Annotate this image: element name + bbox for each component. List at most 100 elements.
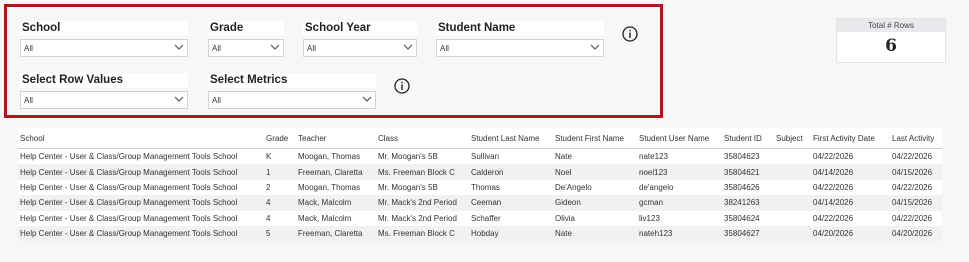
column-header[interactable]: Subject	[774, 128, 811, 149]
cell-first-name: Gideon	[553, 195, 637, 211]
column-header[interactable]: Grade	[264, 128, 296, 149]
cell-student-id: 35804621	[722, 164, 774, 180]
column-header[interactable]: School	[18, 128, 264, 149]
metrics-dropdown-value: All	[212, 96, 221, 105]
cell-subject	[774, 164, 811, 180]
column-header[interactable]: Student First Name	[553, 128, 637, 149]
table-row: Help Center - User & Class/Group Managem…	[18, 225, 942, 242]
filter-metrics: Select Metrics All	[208, 73, 376, 109]
cell-user-name: gcman	[637, 195, 722, 211]
filter-label-row-values: Select Row Values	[20, 73, 188, 88]
cell-student-id: 35804626	[722, 179, 774, 196]
grade-dropdown-value: All	[212, 44, 221, 53]
filter-label-grade: Grade	[208, 21, 284, 36]
cell-first-name: De'Angelo	[553, 179, 637, 196]
cell-school: Help Center - User & Class/Group Managem…	[18, 179, 264, 196]
cell-grade: 1	[264, 164, 296, 180]
cell-subject	[774, 195, 811, 211]
chevron-down-icon	[403, 44, 413, 50]
filter-student-name: Student Name All	[436, 21, 604, 57]
table-row: Help Center - User & Class/Group Managem…	[18, 179, 942, 196]
table-row: Help Center - User & Class/Group Managem…	[18, 195, 942, 211]
cell-first-activity: 04/22/2026	[811, 148, 890, 165]
cell-teacher: Mack, Malcolm	[296, 195, 376, 211]
student-name-dropdown[interactable]: All	[436, 39, 604, 57]
cell-grade: 4	[264, 210, 296, 226]
table-row: Help Center - User & Class/Group Managem…	[18, 148, 942, 165]
cell-user-name: noel123	[637, 164, 722, 180]
cell-school: Help Center - User & Class/Group Managem…	[18, 210, 264, 226]
column-header[interactable]: Student Last Name	[469, 128, 553, 149]
info-icon[interactable]	[622, 26, 638, 42]
school-year-dropdown[interactable]: All	[303, 39, 417, 57]
chevron-down-icon	[590, 44, 600, 50]
filter-label-school-year: School Year	[303, 21, 417, 36]
cell-class: Mr. Mack's 2nd Period	[376, 210, 469, 226]
table-header-row: School Grade Teacher Class Student Last …	[18, 128, 942, 149]
table-row: Help Center - User & Class/Group Managem…	[18, 164, 942, 180]
chevron-down-icon	[174, 96, 184, 102]
cell-teacher: Freeman, Claretta	[296, 225, 376, 242]
cell-last-name: Thomas	[469, 179, 553, 196]
column-header[interactable]: Student User Name	[637, 128, 722, 149]
total-rows-value: 6	[885, 36, 897, 56]
filter-label-student-name: Student Name	[436, 21, 604, 36]
row-values-dropdown-value: All	[24, 96, 33, 105]
row-values-dropdown[interactable]: All	[20, 91, 188, 109]
cell-subject	[774, 210, 811, 226]
cell-first-activity: 04/22/2026	[811, 179, 890, 196]
cell-last-activity: 04/22/2026	[890, 179, 942, 196]
column-header[interactable]: Student ID	[722, 128, 774, 149]
cell-first-name: Nate	[553, 225, 637, 242]
cell-grade: K	[264, 148, 296, 165]
column-header[interactable]: Last Activity	[890, 128, 942, 149]
cell-subject	[774, 148, 811, 165]
total-rows-card: Total # Rows 6	[836, 18, 946, 63]
cell-last-name: Sullivan	[469, 148, 553, 165]
cell-first-activity: 04/20/2026	[811, 225, 890, 242]
cell-subject	[774, 179, 811, 196]
cell-grade: 5	[264, 225, 296, 242]
cell-user-name: nate123	[637, 148, 722, 165]
school-year-dropdown-value: All	[307, 44, 316, 53]
metrics-dropdown[interactable]: All	[208, 91, 376, 109]
cell-school: Help Center - User & Class/Group Managem…	[18, 195, 264, 211]
cell-first-name: Olivia	[553, 210, 637, 226]
cell-first-name: Noel	[553, 164, 637, 180]
cell-last-activity: 04/22/2026	[890, 210, 942, 226]
chevron-down-icon	[270, 44, 280, 50]
column-header[interactable]: Class	[376, 128, 469, 149]
cell-school: Help Center - User & Class/Group Managem…	[18, 225, 264, 242]
cell-class: Ms. Freeman Block C	[376, 164, 469, 180]
cell-teacher: Mack, Malcolm	[296, 210, 376, 226]
cell-last-activity: 04/15/2026	[890, 195, 942, 211]
school-dropdown[interactable]: All	[20, 39, 188, 57]
cell-teacher: Freeman, Claretta	[296, 164, 376, 180]
cell-last-name: Schaffer	[469, 210, 553, 226]
cell-last-name: Calderon	[469, 164, 553, 180]
info-icon[interactable]	[394, 78, 410, 94]
cell-last-name: Ceeman	[469, 195, 553, 211]
table-row: Help Center - User & Class/Group Managem…	[18, 210, 942, 226]
cell-student-id: 35804627	[722, 225, 774, 242]
cell-student-id: 35804624	[722, 210, 774, 226]
cell-first-activity: 04/14/2026	[811, 195, 890, 211]
cell-first-name: Nate	[553, 148, 637, 165]
results-table: School Grade Teacher Class Student Last …	[18, 128, 944, 242]
cell-teacher: Moogan, Thomas	[296, 148, 376, 165]
cell-class: Mr. Mack's 2nd Period	[376, 195, 469, 211]
cell-last-activity: 04/15/2026	[890, 164, 942, 180]
filter-school-year: School Year All	[303, 21, 417, 57]
cell-school: Help Center - User & Class/Group Managem…	[18, 164, 264, 180]
cell-school: Help Center - User & Class/Group Managem…	[18, 148, 264, 165]
cell-first-activity: 04/22/2026	[811, 210, 890, 226]
cell-class: Mr. Moogan's 5B	[376, 179, 469, 196]
column-header[interactable]: Teacher	[296, 128, 376, 149]
cell-last-activity: 04/20/2026	[890, 225, 942, 242]
grade-dropdown[interactable]: All	[208, 39, 284, 57]
cell-user-name: liv123	[637, 210, 722, 226]
filter-label-school: School	[20, 21, 188, 36]
cell-last-activity: 04/22/2026	[890, 148, 942, 165]
chevron-down-icon	[174, 44, 184, 50]
column-header[interactable]: First Activity Date	[811, 128, 890, 149]
